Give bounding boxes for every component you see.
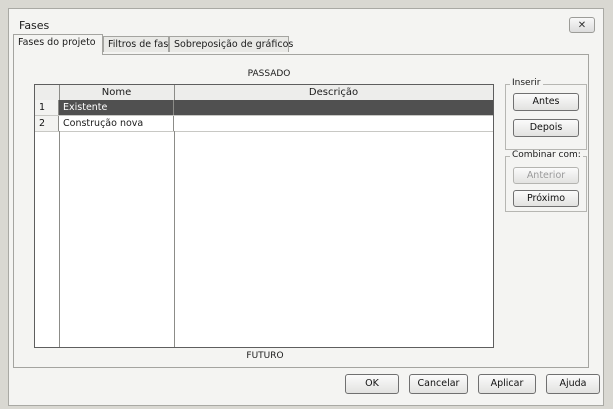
header-index: [35, 85, 60, 100]
row-index[interactable]: 1: [35, 100, 59, 115]
combine-next-button[interactable]: Próximo: [513, 190, 579, 207]
table-header: Nome Descrição: [35, 85, 493, 101]
cancel-button[interactable]: Cancelar: [409, 374, 468, 394]
combine-group: Combinar com: Anterior Próximo: [505, 150, 587, 212]
row-index[interactable]: 2: [35, 116, 59, 131]
phases-table[interactable]: Nome Descrição 1 Existente 2 Construção …: [34, 84, 494, 348]
row-name[interactable]: Construção nova: [59, 116, 174, 131]
combine-label: Combinar com:: [510, 150, 583, 160]
tab-project-phases[interactable]: Fases do projeto: [13, 34, 103, 55]
close-button[interactable]: ✕: [569, 17, 595, 33]
header-description[interactable]: Descrição: [174, 85, 493, 100]
tab-label: Sobreposição de gráficos: [174, 39, 294, 50]
past-label: PASSADO: [247, 69, 291, 79]
insert-group: Inserir Antes Depois: [505, 78, 587, 150]
column-divider: [174, 131, 175, 347]
row-description[interactable]: [174, 116, 493, 131]
row-description[interactable]: [174, 100, 493, 115]
column-divider: [59, 131, 60, 347]
close-icon: ✕: [577, 20, 587, 31]
help-button[interactable]: Ajuda: [546, 374, 600, 394]
dialog-title: Fases: [19, 19, 50, 32]
future-label: FUTURO: [246, 351, 284, 361]
table-row[interactable]: 2 Construção nova: [35, 116, 493, 132]
combine-previous-button[interactable]: Anterior: [513, 167, 579, 184]
row-name[interactable]: Existente: [59, 100, 174, 115]
apply-button[interactable]: Aplicar: [478, 374, 536, 394]
tab-phase-filters[interactable]: Filtros de fase: [103, 36, 174, 52]
tab-label: Fases do projeto: [18, 37, 96, 48]
table-row[interactable]: 1 Existente: [35, 100, 493, 116]
ok-button[interactable]: OK: [345, 374, 399, 394]
insert-label: Inserir: [510, 78, 543, 88]
tab-graphic-overrides[interactable]: Sobreposição de gráficos: [169, 36, 293, 52]
insert-after-button[interactable]: Depois: [513, 119, 579, 137]
insert-before-button[interactable]: Antes: [513, 93, 579, 111]
table-empty-area: [35, 131, 493, 347]
tab-label: Filtros de fase: [108, 39, 175, 50]
header-name[interactable]: Nome: [59, 85, 175, 100]
